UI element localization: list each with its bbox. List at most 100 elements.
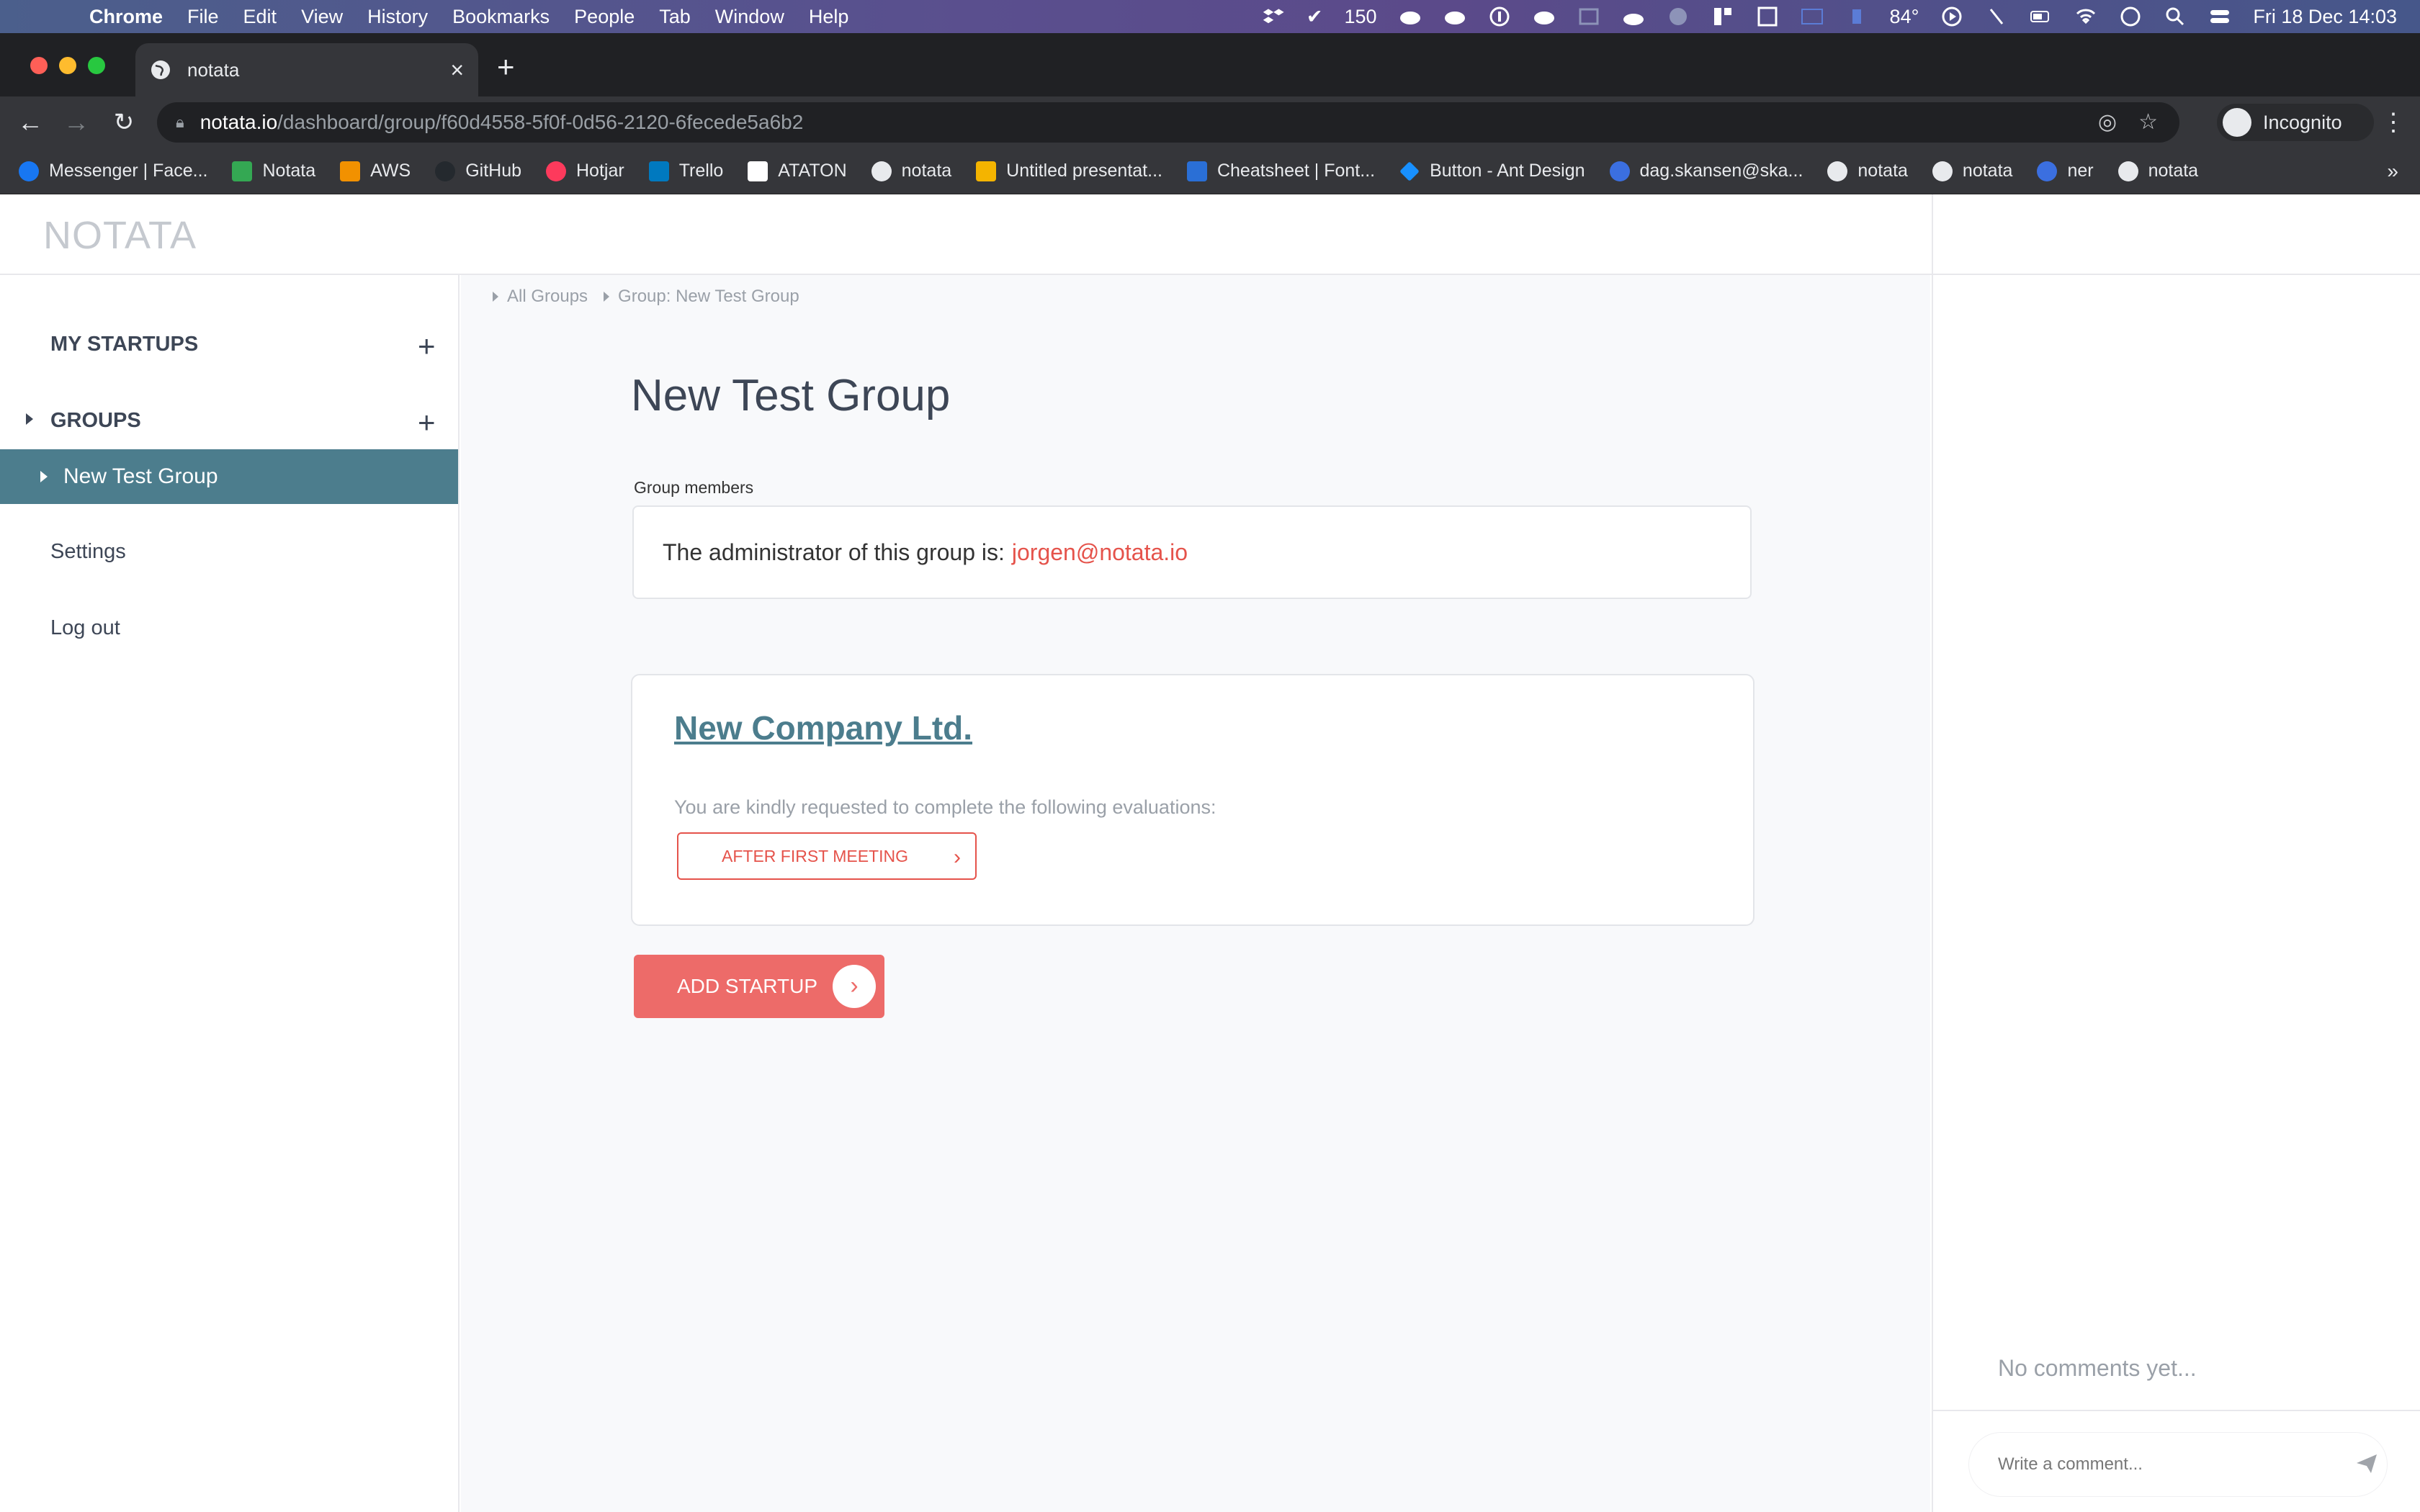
menu-history[interactable]: History [367,6,428,28]
menu-window[interactable]: Window [715,6,784,28]
bookmark-item[interactable]: GitHub [435,161,521,181]
globe-favicon-icon [871,161,892,181]
company-name-link[interactable]: New Company Ltd. [674,708,972,747]
menu-bookmarks[interactable]: Bookmarks [452,6,550,28]
menu-bar-clock[interactable]: Fri 18 Dec 14:03 [2253,6,2397,28]
new-tab-button[interactable]: + [497,52,515,82]
menu-tab[interactable]: Tab [659,6,691,28]
bookmarks-overflow-icon[interactable]: » [2387,160,2398,183]
reload-icon[interactable]: ↻ [109,108,138,137]
bookmark-item[interactable]: AWS [340,161,411,181]
spotlight-search-icon[interactable] [2164,5,2187,28]
github-favicon-icon [435,161,456,181]
sidebar-groups[interactable]: GROUPS [50,409,141,433]
menu-app-chrome[interactable]: Chrome [89,6,163,28]
database-favicon-icon [2037,161,2058,181]
status-check-icon[interactable]: ✔ [1307,6,1323,28]
app-logo[interactable]: NOTATA [43,213,197,258]
battery-icon[interactable] [2030,5,2053,28]
wifi-icon[interactable] [2074,5,2097,28]
breadcrumb-caret-icon [493,292,498,302]
weather-cloud-icon[interactable] [1622,5,1645,28]
control-center-icon[interactable] [2208,5,2231,28]
forward-arrow-icon[interactable]: → [62,108,91,137]
menu-help[interactable]: Help [809,6,849,28]
bookmark-item[interactable]: notata [1932,161,2012,181]
comment-input[interactable] [1969,1433,2387,1496]
window-minimize-button[interactable] [59,57,76,74]
globe-favicon-icon [1827,161,1848,181]
chrome-menu-icon[interactable]: ⋮ [2381,108,2406,137]
menu-people[interactable]: People [574,6,635,28]
bookmark-item[interactable]: Messenger | Face... [19,161,207,181]
bluetooth-off-icon[interactable] [1985,5,2008,28]
bookmark-item[interactable]: Trello [648,161,723,181]
menu-edit[interactable]: Edit [243,6,277,28]
groups-caret-icon[interactable] [26,413,33,428]
drive-favicon-icon [232,161,253,181]
tracking-blocked-icon[interactable]: ◎ [2098,109,2117,135]
bookmark-label: Button - Ant Design [1430,161,1585,181]
bookmark-label: ner [2067,161,2094,181]
after-first-meeting-button[interactable]: AFTER FIRST MEETING › [677,832,977,880]
breadcrumb-all-groups[interactable]: All Groups [507,287,588,307]
group-caret-icon [40,471,48,482]
add-startup-plus-icon[interactable]: + [418,331,436,361]
bookmark-item[interactable]: notata [1827,161,1908,181]
bookmark-item[interactable]: ATATON [748,161,847,181]
globe-favicon-icon [1932,161,1953,181]
macos-menu-bar: Chrome File Edit View History Bookmarks … [0,0,2420,33]
bookmark-item[interactable]: Button - Ant Design [1399,161,1585,181]
chevron-right-icon: › [833,965,876,1008]
incognito-profile-button[interactable]: Incognito [2217,104,2374,141]
bookmark-box-icon[interactable] [1756,5,1779,28]
admin-email-link[interactable]: jorgen@notata.io [1012,539,1188,566]
bookmark-label: ATATON [778,161,847,181]
bookmark-item[interactable]: ner [2037,161,2094,181]
sidebar-logout[interactable]: Log out [50,616,120,640]
send-icon[interactable] [2354,1450,2380,1476]
bookmark-label: Untitled presentat... [1006,161,1162,181]
bookmark-item[interactable]: Untitled presentat... [976,161,1162,181]
bookmark-item[interactable]: Hotjar [546,161,624,181]
back-arrow-icon[interactable]: ← [16,108,45,137]
brain-icon[interactable] [1667,5,1690,28]
bookmarks-bar: Messenger | Face... Notata AWS GitHub Ho… [0,148,2420,194]
menu-bar-status-area: ✔ 150 84° Fri 18 Dec 14:03 [1262,0,2397,33]
sidebar-item-new-test-group[interactable]: New Test Group [0,449,458,504]
add-group-plus-icon[interactable]: + [418,408,436,438]
bookmark-item[interactable]: notata [2118,161,2198,181]
cloud-upload-icon-2[interactable] [1443,5,1466,28]
user-account-icon[interactable] [2119,5,2142,28]
password-manager-icon[interactable] [1488,5,1511,28]
sidebar-settings[interactable]: Settings [50,540,126,564]
bookmark-star-icon[interactable]: ☆ [2138,109,2158,135]
cloud-sync-icon[interactable] [1533,5,1556,28]
browser-tab-active[interactable]: notata × [135,43,478,96]
sidebar-my-startups[interactable]: MY STARTUPS [50,333,198,356]
cloud-upload-icon[interactable] [1399,5,1422,28]
group-members-label: Group members [634,478,754,497]
menu-view[interactable]: View [301,6,343,28]
bookmark-item[interactable]: Notata [232,161,315,181]
menu-file[interactable]: File [187,6,219,28]
bookmark-label: AWS [370,161,411,181]
layout-icon[interactable] [1711,5,1734,28]
evaluation-request-text: You are kindly requested to complete the… [674,796,1216,818]
messenger-favicon-icon [19,161,39,181]
window-close-button[interactable] [30,57,48,74]
dropbox-icon[interactable] [1262,5,1285,28]
add-startup-button[interactable]: ADD STARTUP › [634,955,884,1018]
bookmark-item[interactable]: notata [871,161,952,181]
lock-icon[interactable]: 🔒︎ [176,113,184,132]
bookmark-item[interactable]: dag.skansen@ska... [1609,161,1803,181]
breadcrumb-current-group[interactable]: Group: New Test Group [618,287,799,307]
bookmark-label: notata [901,161,952,181]
bookmark-item[interactable]: Cheatsheet | Font... [1186,161,1375,181]
tab-close-icon[interactable]: × [450,57,464,84]
ant-design-favicon-icon [1399,161,1420,181]
grid-app-icon[interactable] [1577,5,1600,28]
play-icon[interactable] [1940,5,1963,28]
address-bar[interactable]: 🔒︎ notata.io /dashboard/group/f60d4558-5… [157,102,2179,143]
window-zoom-button[interactable] [88,57,105,74]
